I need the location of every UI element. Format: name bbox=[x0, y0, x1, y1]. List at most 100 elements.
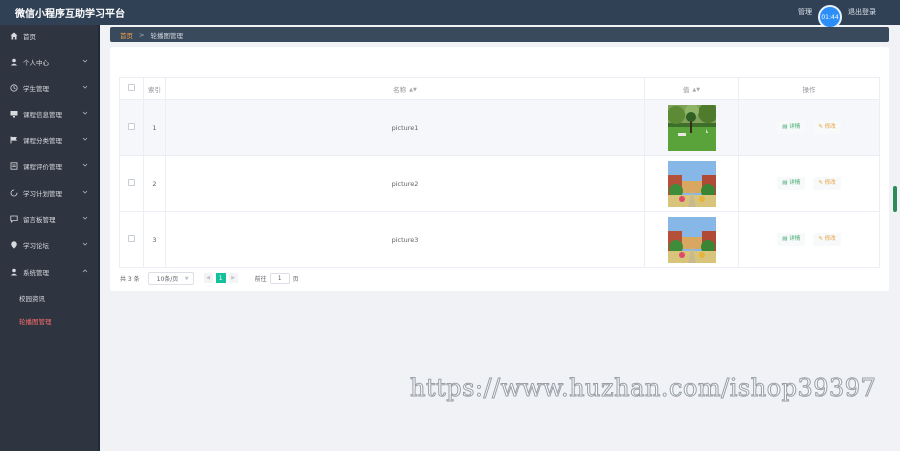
table-row: 3 picture3 ▤ 详情 ✎ 修改 bbox=[119, 211, 880, 268]
edit-button[interactable]: ✎ 修改 bbox=[813, 233, 841, 246]
sidebar-item-label: 学生管理 bbox=[23, 85, 49, 93]
goto-page-input[interactable]: 1 bbox=[269, 272, 290, 284]
user-icon bbox=[10, 268, 18, 276]
prev-page-button[interactable]: ◀ bbox=[203, 273, 213, 283]
breadcrumb-separator: > bbox=[139, 30, 145, 39]
clock-badge: 01:44 bbox=[818, 5, 842, 29]
sidebar-item-course-info[interactable]: 课程信息管理 bbox=[0, 104, 98, 124]
edit-button[interactable]: ✎ 修改 bbox=[813, 121, 841, 134]
row-actions: ▤ 详情 ✎ 修改 bbox=[738, 99, 880, 156]
sidebar-item-label: 留言板管理 bbox=[23, 216, 56, 224]
sidebar-item-home[interactable]: 首页 bbox=[0, 26, 98, 46]
document-icon bbox=[10, 162, 18, 170]
location-icon bbox=[10, 241, 18, 249]
sort-icon[interactable]: ▲▼ bbox=[692, 87, 700, 93]
edit-label: 修改 bbox=[824, 124, 836, 130]
sidebar-item-course-category[interactable]: 课程分类管理 bbox=[0, 130, 98, 150]
row-actions: ▤ 详情 ✎ 修改 bbox=[738, 155, 880, 212]
breadcrumb: 首页 > 轮播图管理 bbox=[110, 27, 889, 42]
flag-icon bbox=[10, 136, 18, 144]
watermark-text: https://www.huzhan.com/ishop39397 bbox=[409, 374, 877, 403]
row-name: picture3 bbox=[165, 211, 645, 268]
row-value bbox=[644, 99, 739, 156]
header-name[interactable]: 名称 ▲▼ bbox=[165, 77, 645, 100]
monitor-icon bbox=[10, 110, 18, 118]
header-value[interactable]: 值 ▲▼ bbox=[644, 77, 739, 100]
sidebar-subitem-carousel[interactable]: 轮播图管理 bbox=[19, 316, 52, 326]
sidebar-item-profile[interactable]: 个人中心 bbox=[0, 52, 98, 72]
page-size-value: 10条/页 bbox=[156, 275, 179, 283]
detail-button[interactable]: ▤ 详情 bbox=[777, 121, 806, 134]
goto-suffix: 页 bbox=[292, 275, 299, 283]
sidebar-item-label: 课程信息管理 bbox=[23, 111, 62, 119]
header-checkbox-cell bbox=[119, 77, 144, 100]
row-index: 1 bbox=[143, 99, 166, 156]
row-name: picture2 bbox=[165, 155, 645, 212]
sidebar-item-students[interactable]: 学生管理 bbox=[0, 78, 98, 98]
home-icon bbox=[10, 32, 18, 40]
next-page-button[interactable]: ▶ bbox=[228, 273, 238, 283]
page-scrollbar-thumb[interactable] bbox=[893, 186, 897, 212]
sidebar: 首页 个人中心 学生管理 课程信息管理 课程分类管理 课程评价管理 学习计划管理… bbox=[0, 25, 98, 451]
sidebar-item-label: 学习论坛 bbox=[23, 242, 49, 250]
carousel-image-street[interactable] bbox=[667, 160, 716, 207]
sidebar-item-label: 课程评价管理 bbox=[23, 163, 62, 171]
sort-icon[interactable]: ▲▼ bbox=[409, 87, 417, 93]
select-all-checkbox[interactable] bbox=[128, 84, 135, 91]
detail-button[interactable]: ▤ 详情 bbox=[777, 233, 806, 246]
user-icon bbox=[10, 58, 18, 66]
top-bar: 微信小程序互助学习平台 管理 01:44 退出登录 bbox=[0, 0, 900, 29]
row-checkbox[interactable] bbox=[128, 123, 135, 130]
logout-link[interactable]: 退出登录 bbox=[848, 7, 876, 17]
chevron-down-icon bbox=[82, 85, 88, 89]
sidebar-item-study-plan[interactable]: 学习计划管理 bbox=[0, 183, 98, 203]
table-header: 索引 名称 ▲▼ 值 ▲▼ 操作 bbox=[119, 77, 880, 100]
chevron-down-icon bbox=[82, 242, 88, 246]
detail-label: 详情 bbox=[789, 124, 801, 130]
admin-user-label[interactable]: 管理 bbox=[798, 7, 812, 17]
sidebar-item-message-board[interactable]: 留言板管理 bbox=[0, 209, 98, 229]
chevron-right-icon: ▶ bbox=[231, 275, 236, 281]
row-checkbox[interactable] bbox=[128, 235, 135, 242]
pagination-total: 共 3 条 bbox=[120, 275, 140, 283]
chevron-left-icon: ◀ bbox=[206, 275, 211, 281]
chevron-down-icon bbox=[82, 163, 88, 167]
chevron-down-icon bbox=[82, 111, 88, 115]
chevron-down-icon bbox=[82, 137, 88, 141]
edit-label: 修改 bbox=[824, 236, 836, 242]
header-index: 索引 bbox=[143, 77, 166, 100]
row-index: 3 bbox=[143, 211, 166, 268]
breadcrumb-home[interactable]: 首页 bbox=[120, 30, 133, 40]
breadcrumb-current: 轮播图管理 bbox=[150, 31, 183, 40]
page-number-current[interactable]: 1 bbox=[215, 273, 226, 283]
chevron-down-icon bbox=[82, 190, 88, 194]
sidebar-subitem-campus-news[interactable]: 校园资讯 bbox=[19, 293, 45, 303]
header-value-label: 值 bbox=[682, 85, 690, 94]
sidebar-item-label: 系统管理 bbox=[23, 269, 49, 277]
content-divider bbox=[98, 25, 100, 451]
sidebar-item-course-review[interactable]: 课程评价管理 bbox=[0, 156, 98, 176]
sidebar-item-forum[interactable]: 学习论坛 bbox=[0, 235, 98, 255]
chevron-down-icon: ▼ bbox=[184, 275, 189, 282]
detail-label: 详情 bbox=[789, 180, 801, 186]
row-index: 2 bbox=[143, 155, 166, 212]
table-row: 2 picture2 ▤ 详情 ✎ 修改 bbox=[119, 155, 880, 212]
circle-icon bbox=[10, 189, 18, 197]
message-icon bbox=[10, 215, 18, 223]
carousel-image-street[interactable] bbox=[667, 216, 716, 263]
row-checkbox-cell bbox=[119, 99, 144, 156]
carousel-table: 索引 名称 ▲▼ 值 ▲▼ 操作 1 picture1 ▤ 详情 ✎ 修改 2 … bbox=[119, 77, 880, 268]
row-checkbox[interactable] bbox=[128, 179, 135, 186]
chevron-up-icon bbox=[82, 269, 88, 273]
edit-label: 修改 bbox=[824, 180, 836, 186]
app-title: 微信小程序互助学习平台 bbox=[15, 9, 125, 20]
clock-icon bbox=[10, 84, 18, 92]
row-value bbox=[644, 155, 739, 212]
carousel-image-garden[interactable] bbox=[667, 104, 716, 151]
pagination: 共 3 条 10条/页 ▼ ◀ 1 ▶ 前往 1 页 bbox=[120, 271, 299, 285]
sidebar-item-system[interactable]: 系统管理 bbox=[0, 262, 98, 282]
detail-button[interactable]: ▤ 详情 bbox=[777, 177, 806, 190]
edit-button[interactable]: ✎ 修改 bbox=[813, 177, 841, 190]
page-size-select[interactable]: 10条/页 ▼ bbox=[147, 271, 194, 285]
row-checkbox-cell bbox=[119, 155, 144, 212]
